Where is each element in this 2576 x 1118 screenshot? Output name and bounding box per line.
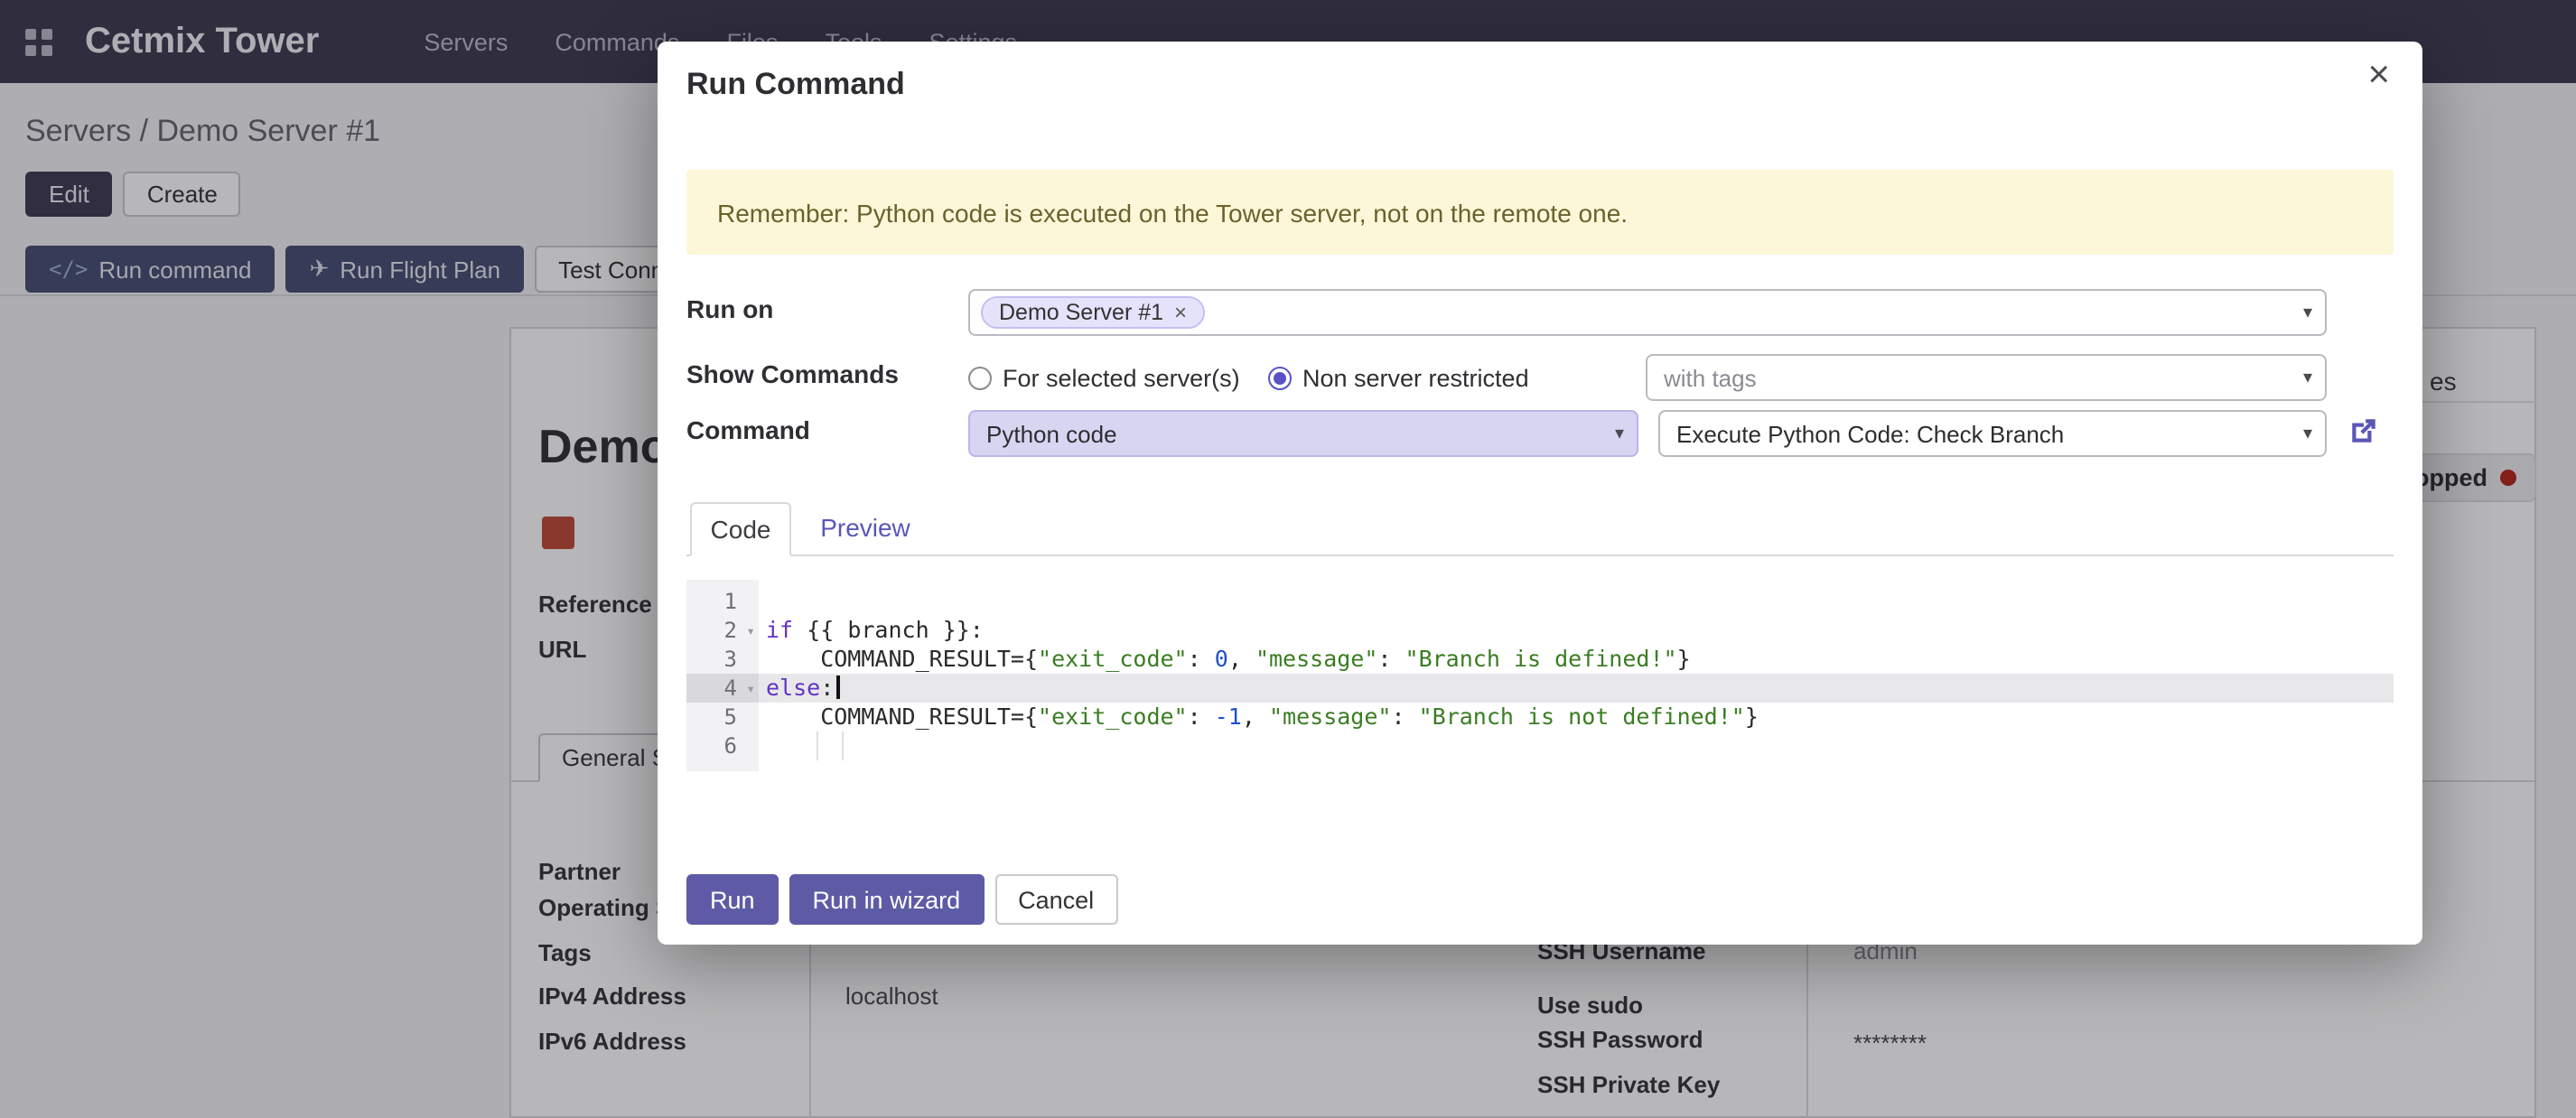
modal-tabs: Code Preview [686,502,2394,556]
alert-banner: Remember: Python code is executed on the… [686,170,2394,255]
chevron-down-icon: ▾ [2303,368,2325,387]
radio-for-selected-servers[interactable]: For selected server(s) [968,365,1240,392]
command-value: Execute Python Code: Check Branch [1676,420,2064,447]
radio-label: Non server restricted [1302,365,1529,392]
alert-text: Remember: Python code is executed on the… [717,198,1628,227]
fold-icon[interactable]: ▾ [746,675,755,704]
code-line[interactable] [759,731,2394,760]
viewport: Cetmix Tower ServersCommandsFilesToolsSe… [0,0,2576,1118]
gutter-line-number: 3 [686,645,759,674]
external-link-icon[interactable] [2348,415,2379,446]
show-commands-label: Show Commands [686,359,899,388]
app-root: Cetmix Tower ServersCommandsFilesToolsSe… [0,0,2576,1118]
cancel-button[interactable]: Cancel [994,874,1117,925]
run-on-field[interactable]: Demo Server #1 × ▾ [968,289,2327,336]
close-icon[interactable]: × [2367,56,2390,94]
gutter-line-number: 6 [686,731,759,760]
chevron-down-icon: ▾ [2303,424,2325,443]
modal-title: Run Command [686,67,905,103]
command-select[interactable]: Execute Python Code: Check Branch ▾ [1658,410,2327,457]
modal-footer: Run Run in wizard Cancel [686,874,1117,925]
gutter-line-number: 4▾ [686,674,759,703]
fold-icon[interactable]: ▾ [746,618,755,647]
command-type-value: Python code [986,420,1117,447]
radio-non-server-restricted[interactable]: Non server restricted [1268,365,1529,392]
code-lines: if {{ branch }}: COMMAND_RESULT={"exit_c… [759,580,2394,771]
code-line[interactable]: COMMAND_RESULT={"exit_code": 0, "message… [759,645,2394,674]
tags-filter-select[interactable]: with tags ▾ [1646,354,2327,401]
code-line[interactable]: COMMAND_RESULT={"exit_code": -1, "messag… [759,703,2394,731]
chevron-down-icon: ▾ [1615,424,1637,443]
code-line[interactable]: else: [759,674,2394,703]
tab-code[interactable]: Code [690,502,791,556]
server-tag-chip: Demo Server #1 × [981,296,1205,329]
gutter-line-number: 2▾ [686,616,759,645]
run-button[interactable]: Run [686,874,779,925]
radio-checked-icon [1268,367,1292,390]
code-editor[interactable]: 12▾34▾56 if {{ branch }}: COMMAND_RESULT… [686,580,2394,771]
remove-tag-icon[interactable]: × [1174,300,1187,325]
code-line[interactable]: if {{ branch }}: [759,616,2394,645]
text-cursor [835,675,839,699]
gutter-line-number: 1 [686,587,759,616]
run-in-wizard-button[interactable]: Run in wizard [789,874,985,925]
chevron-down-icon: ▾ [2303,303,2325,322]
tags-placeholder: with tags [1664,364,1757,391]
run-command-modal: Run Command × Remember: Python code is e… [658,42,2422,945]
run-on-label: Run on [686,294,773,323]
server-tag-label: Demo Server #1 [999,300,1163,325]
gutter-line-number: 5 [686,703,759,731]
radio-icon [968,367,992,390]
radio-label: For selected server(s) [1003,365,1240,392]
code-line[interactable] [759,587,2394,616]
command-type-select[interactable]: Python code ▾ [968,410,1638,457]
command-label: Command [686,415,810,444]
editor-gutter: 12▾34▾56 [686,580,759,771]
tab-preview[interactable]: Preview [809,502,921,556]
